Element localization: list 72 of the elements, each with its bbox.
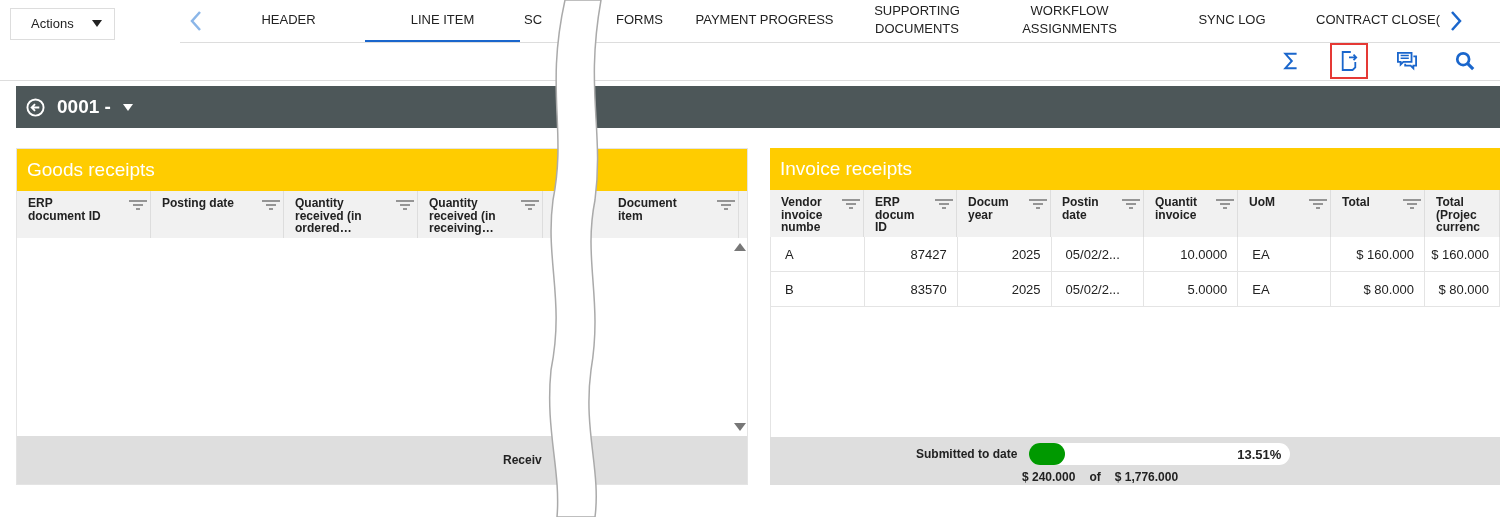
column-header[interactable]: ERP docum ID	[864, 190, 957, 237]
record-title: 0001 -	[57, 96, 111, 118]
column-header[interactable]: Total (Projec currenc	[1425, 190, 1500, 237]
scroll-down-icon[interactable]	[734, 423, 746, 431]
table-cell: $ 160.000	[1431, 246, 1489, 262]
sum-icon	[1283, 51, 1299, 71]
column-header[interactable]: UoM	[1238, 190, 1331, 237]
table-cell: 05/02/2...	[1065, 281, 1120, 297]
table-cell: EA	[1252, 246, 1270, 262]
column-header[interactable]: Quantity received (in ordered…	[284, 191, 418, 238]
tab[interactable]: FORMS	[597, 0, 682, 42]
actions-button[interactable]: Actions	[10, 7, 115, 40]
table-cell: A	[785, 246, 794, 262]
table-cell: EA	[1252, 281, 1270, 297]
tab[interactable]: LINE ITEM	[365, 0, 520, 42]
table-cell: 87427	[910, 246, 947, 262]
filter-icon[interactable]	[935, 199, 953, 209]
filter-icon[interactable]	[717, 200, 735, 210]
table-cell: 5.0000	[1187, 281, 1228, 297]
chevron-right-icon[interactable]	[1450, 9, 1462, 32]
table-cell: $ 80.000	[1438, 281, 1489, 297]
search-icon	[1455, 51, 1475, 71]
column-header[interactable]: Vendor invoice numbe	[770, 190, 864, 237]
column-header[interactable]: Document item	[607, 191, 739, 238]
progress-label: Submitted to date	[916, 447, 1018, 461]
panel-title: Goods receipts	[17, 149, 747, 191]
table-cell: $ 160.000	[1356, 246, 1414, 262]
filter-icon[interactable]	[1216, 199, 1234, 209]
tab[interactable]: HEADER	[212, 0, 365, 42]
back-icon[interactable]	[26, 97, 45, 117]
table-cell: 05/02/2...	[1065, 246, 1120, 262]
table-cell: 10.0000	[1180, 246, 1228, 262]
column-header[interactable]: Quantit invoice	[1144, 190, 1238, 237]
footer-label: Receiv	[503, 453, 542, 467]
tab[interactable]: SC	[520, 0, 542, 42]
of-label: of	[1089, 470, 1101, 484]
comments-icon	[1396, 51, 1418, 71]
dropdown-caret-icon[interactable]	[122, 103, 133, 111]
table-cell: B	[785, 281, 794, 297]
filter-icon[interactable]	[521, 200, 539, 210]
total-amount: $ 1,776.000	[1114, 470, 1179, 484]
tab[interactable]: PAYMENT PROGRESS	[682, 0, 847, 42]
caret-icon	[92, 20, 102, 27]
tab[interactable]: CONTRACT CLOSE(	[1312, 0, 1440, 42]
column-header[interactable]: Quantity received (in receiving…	[418, 191, 543, 238]
progress-percent: 13.51%	[1237, 447, 1282, 462]
filter-icon[interactable]	[129, 200, 147, 210]
column-header[interactable]: ERP document ID	[17, 191, 151, 238]
filter-icon[interactable]	[1309, 199, 1327, 209]
filter-icon[interactable]	[1029, 199, 1047, 209]
column-header[interactable]: Postin date	[1051, 190, 1144, 237]
panel-title: Invoice receipts	[770, 148, 1500, 190]
table-cell: 2025	[1011, 246, 1041, 262]
chevron-left-icon[interactable]	[190, 9, 202, 32]
document-arrow-icon	[1340, 50, 1358, 72]
column-header[interactable]: Posting date	[151, 191, 284, 238]
scroll-up-icon[interactable]	[734, 243, 746, 251]
submitted-amount: $ 240.000	[1022, 470, 1076, 484]
column-header[interactable]: Total	[1331, 190, 1425, 237]
filter-icon[interactable]	[1122, 199, 1140, 209]
tab[interactable]: SUPPORTING DOCUMENTS	[847, 0, 987, 42]
tab[interactable]: WORKFLOW ASSIGNMENTS	[987, 0, 1152, 42]
filter-icon[interactable]	[842, 199, 860, 209]
export-button[interactable]	[1330, 43, 1368, 79]
filter-icon[interactable]	[396, 200, 414, 210]
filter-icon[interactable]	[1403, 199, 1421, 209]
table-cell: $ 80.000	[1363, 281, 1414, 297]
column-header[interactable]: Docum year	[957, 190, 1051, 237]
table-cell: 83570	[910, 281, 947, 297]
filter-icon[interactable]	[262, 200, 280, 210]
tab[interactable]: SYNC LOG	[1152, 0, 1312, 42]
table-cell: 2025	[1011, 281, 1041, 297]
